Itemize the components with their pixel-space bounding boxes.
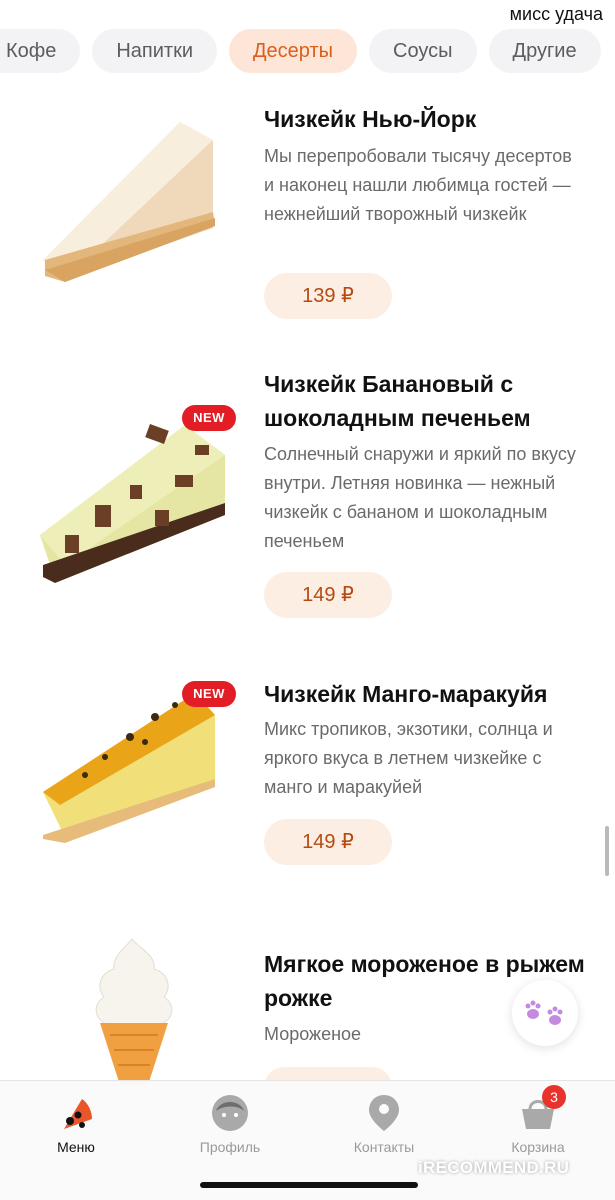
product-image-cheesecake-ny[interactable] <box>35 110 235 310</box>
category-chip-drinks[interactable]: Напитки <box>92 29 218 73</box>
price-button[interactable]: 139 ₽ <box>264 273 392 319</box>
product-title: Чизкейк Нью-Йорк <box>264 106 477 132</box>
scroll-indicator[interactable] <box>605 826 609 876</box>
location-pin-icon <box>362 1091 406 1135</box>
product-description: Солнечный снаружи и яркий по вкусу внутр… <box>264 444 576 551</box>
product-title: Чизкейк Манго-маракуйя <box>264 681 548 707</box>
product-image-soft-ice-cream[interactable] <box>80 935 190 1085</box>
price-button[interactable]: 149 ₽ <box>264 819 392 865</box>
category-chip-other[interactable]: Другие <box>488 29 601 73</box>
watermark-site: iRECOMMEND.RU <box>418 1158 570 1177</box>
product-title: Чизкейк Банановый с шоколадным печеньем <box>264 371 531 431</box>
product-description: Микс тропиков, экзотики, солнца и яркого… <box>264 719 553 797</box>
category-chip-coffee[interactable]: Кофе <box>0 29 81 73</box>
tab-label: Контакты <box>353 1139 415 1155</box>
tab-label: Меню <box>57 1139 95 1155</box>
tab-label: Корзина <box>511 1139 565 1155</box>
tab-menu[interactable]: Меню <box>16 1091 136 1155</box>
tab-profile[interactable]: Профиль <box>170 1091 290 1155</box>
cart-count-badge: 3 <box>542 1085 566 1109</box>
price-button[interactable]: 149 ₽ <box>264 572 392 618</box>
new-badge: NEW <box>182 405 236 431</box>
tab-cart[interactable]: 3 Корзина <box>478 1085 598 1155</box>
new-badge: NEW <box>182 681 236 707</box>
category-tabs: Кофе Напитки Десерты Соусы Другие <box>0 29 601 73</box>
pizza-icon <box>54 1091 98 1135</box>
home-indicator[interactable] <box>200 1182 418 1188</box>
paw-icon <box>525 1000 563 1025</box>
category-chip-sauces[interactable]: Соусы <box>369 29 477 73</box>
profile-icon <box>208 1091 252 1135</box>
watermark-username: мисс удача <box>509 4 603 24</box>
basket-icon: 3 <box>516 1085 566 1135</box>
product-image-cheesecake-banana[interactable] <box>35 415 235 615</box>
tab-contacts[interactable]: Контакты <box>324 1091 444 1155</box>
product-description: Мы перепробовали тысячу десертов и након… <box>264 146 572 224</box>
product-image-cheesecake-mango[interactable] <box>35 687 235 887</box>
tab-label: Профиль <box>199 1139 261 1155</box>
category-chip-desserts[interactable]: Десерты <box>229 29 358 73</box>
paw-button[interactable] <box>512 980 578 1046</box>
